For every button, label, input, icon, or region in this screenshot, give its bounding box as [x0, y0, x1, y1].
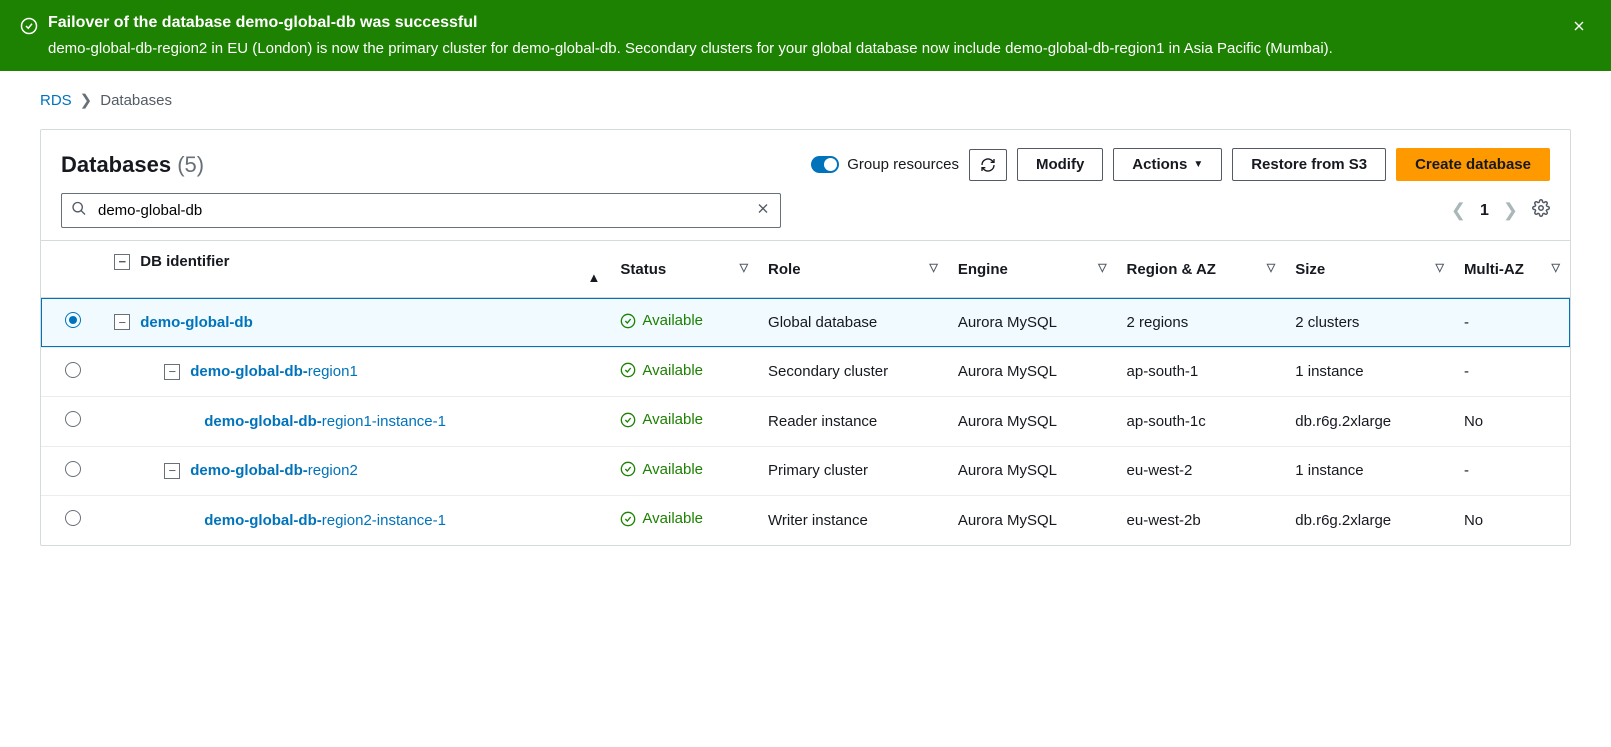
search-box [61, 193, 781, 228]
check-circle-icon [620, 412, 636, 428]
success-banner: Failover of the database demo-global-db … [0, 0, 1611, 71]
next-page-button[interactable]: ❯ [1503, 200, 1518, 221]
breadcrumb-root[interactable]: RDS [40, 92, 72, 109]
col-status[interactable]: Status▽ [610, 241, 758, 298]
databases-panel: Databases (5) Group resources Modify Act… [40, 129, 1571, 546]
db-link[interactable]: demo-global-db [140, 314, 253, 331]
db-link[interactable]: demo-global-db-region1-instance-1 [204, 413, 446, 430]
collapse-icon[interactable]: − [164, 364, 180, 380]
status-badge: Available [620, 312, 703, 329]
table-row[interactable]: − demo-global-db-region2 Available Prima… [41, 446, 1570, 496]
db-link[interactable]: demo-global-db-region1 [190, 363, 358, 380]
create-database-button[interactable]: Create database [1396, 148, 1550, 181]
sort-icon: ▽ [1435, 261, 1443, 274]
table-row[interactable]: − demo-global-db-region1 Available Secon… [41, 347, 1570, 397]
prev-page-button[interactable]: ❮ [1451, 200, 1466, 221]
success-check-icon [20, 17, 38, 40]
status-badge: Available [620, 362, 703, 379]
settings-icon[interactable] [1532, 199, 1550, 222]
refresh-button[interactable] [969, 149, 1007, 181]
banner-description: demo-global-db-region2 in EU (London) is… [48, 40, 1567, 57]
sort-icon: ▽ [740, 261, 748, 274]
group-resources-toggle[interactable]: Group resources [811, 156, 959, 173]
collapse-all-icon[interactable]: − [114, 254, 130, 270]
collapse-icon[interactable]: − [114, 314, 130, 330]
db-link[interactable]: demo-global-db-region2-instance-1 [204, 512, 446, 529]
row-radio[interactable] [65, 510, 81, 526]
sort-icon: ▽ [1267, 261, 1275, 274]
sort-icon: ▽ [929, 261, 937, 274]
col-multi-az[interactable]: Multi-AZ▽ [1454, 241, 1570, 298]
caret-down-icon: ▼ [1193, 159, 1203, 170]
sort-icon: ▽ [1552, 261, 1560, 274]
actions-button[interactable]: Actions ▼ [1113, 148, 1222, 181]
table-row[interactable]: demo-global-db-region1-instance-1 Availa… [41, 397, 1570, 447]
col-region[interactable]: Region & AZ▽ [1117, 241, 1286, 298]
table-row[interactable]: − demo-global-db Available Global databa… [41, 298, 1570, 348]
row-radio[interactable] [65, 461, 81, 477]
check-circle-icon [620, 511, 636, 527]
row-radio[interactable] [65, 312, 81, 328]
status-badge: Available [620, 461, 703, 478]
modify-button[interactable]: Modify [1017, 148, 1103, 181]
status-badge: Available [620, 411, 703, 428]
search-input[interactable] [61, 193, 781, 228]
toggle-on-icon[interactable] [811, 156, 839, 173]
status-badge: Available [620, 510, 703, 527]
chevron-right-icon: ❯ [80, 91, 93, 109]
col-db-identifier[interactable]: − DB identifier ▲ [104, 241, 610, 298]
db-link[interactable]: demo-global-db-region2 [190, 462, 358, 479]
restore-from-s3-button[interactable]: Restore from S3 [1232, 148, 1386, 181]
panel-title: Databases (5) [61, 152, 204, 178]
check-circle-icon [620, 313, 636, 329]
col-role[interactable]: Role▽ [758, 241, 948, 298]
sort-asc-icon: ▲ [588, 270, 601, 285]
databases-table: − DB identifier ▲ Status▽ Role▽ Engine▽ … [41, 240, 1570, 545]
search-icon [71, 200, 87, 221]
col-engine[interactable]: Engine▽ [948, 241, 1117, 298]
breadcrumb-current: Databases [100, 92, 172, 109]
banner-title: Failover of the database demo-global-db … [48, 14, 1567, 32]
refresh-icon [980, 157, 996, 173]
row-radio[interactable] [65, 362, 81, 378]
table-row[interactable]: demo-global-db-region2-instance-1 Availa… [41, 496, 1570, 545]
collapse-icon[interactable]: − [164, 463, 180, 479]
col-size[interactable]: Size▽ [1285, 241, 1454, 298]
panel-count: (5) [177, 152, 204, 177]
row-radio[interactable] [65, 411, 81, 427]
clear-search-icon[interactable] [755, 200, 771, 221]
page-number: 1 [1480, 202, 1489, 220]
close-icon[interactable] [1567, 14, 1591, 43]
check-circle-icon [620, 362, 636, 378]
sort-icon: ▽ [1098, 261, 1106, 274]
breadcrumb: RDS ❯ Databases [40, 91, 1571, 109]
check-circle-icon [620, 461, 636, 477]
